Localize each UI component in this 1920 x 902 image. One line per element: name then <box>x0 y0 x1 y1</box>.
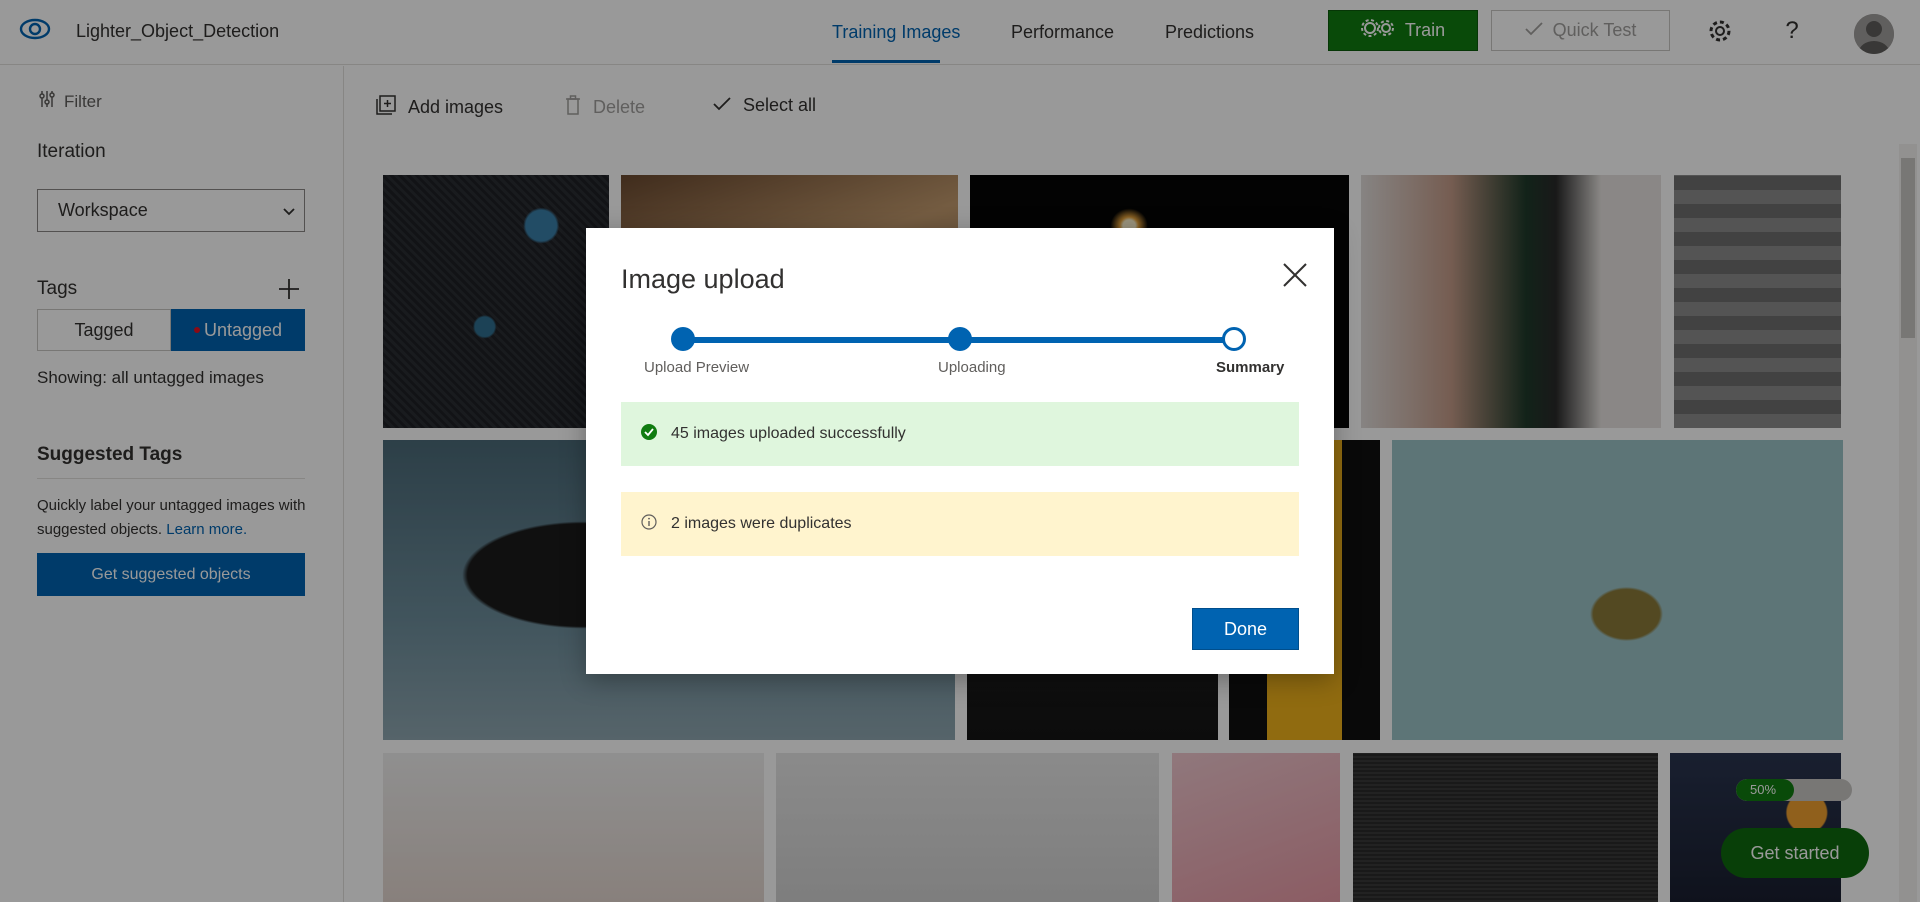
success-message: 45 images uploaded successfully <box>621 402 1299 466</box>
step-dot-upload-preview <box>671 327 695 351</box>
warning-text: 2 images were duplicates <box>671 515 852 532</box>
step-label-uploading: Uploading <box>938 359 1006 376</box>
check-circle-icon <box>641 423 657 445</box>
done-button[interactable]: Done <box>1192 608 1299 650</box>
success-text: 45 images uploaded successfully <box>671 425 906 442</box>
close-icon[interactable] <box>1282 262 1308 288</box>
dialog-title: Image upload <box>621 264 785 294</box>
warning-message: 2 images were duplicates <box>621 492 1299 556</box>
step-dot-uploading <box>948 327 972 351</box>
info-icon <box>641 513 657 535</box>
step-label-upload-preview: Upload Preview <box>644 359 750 376</box>
step-dot-summary <box>1222 327 1246 351</box>
step-label-summary: Summary <box>1216 359 1285 376</box>
image-upload-dialog: Image upload Upload Preview Uploading Su… <box>586 228 1334 674</box>
